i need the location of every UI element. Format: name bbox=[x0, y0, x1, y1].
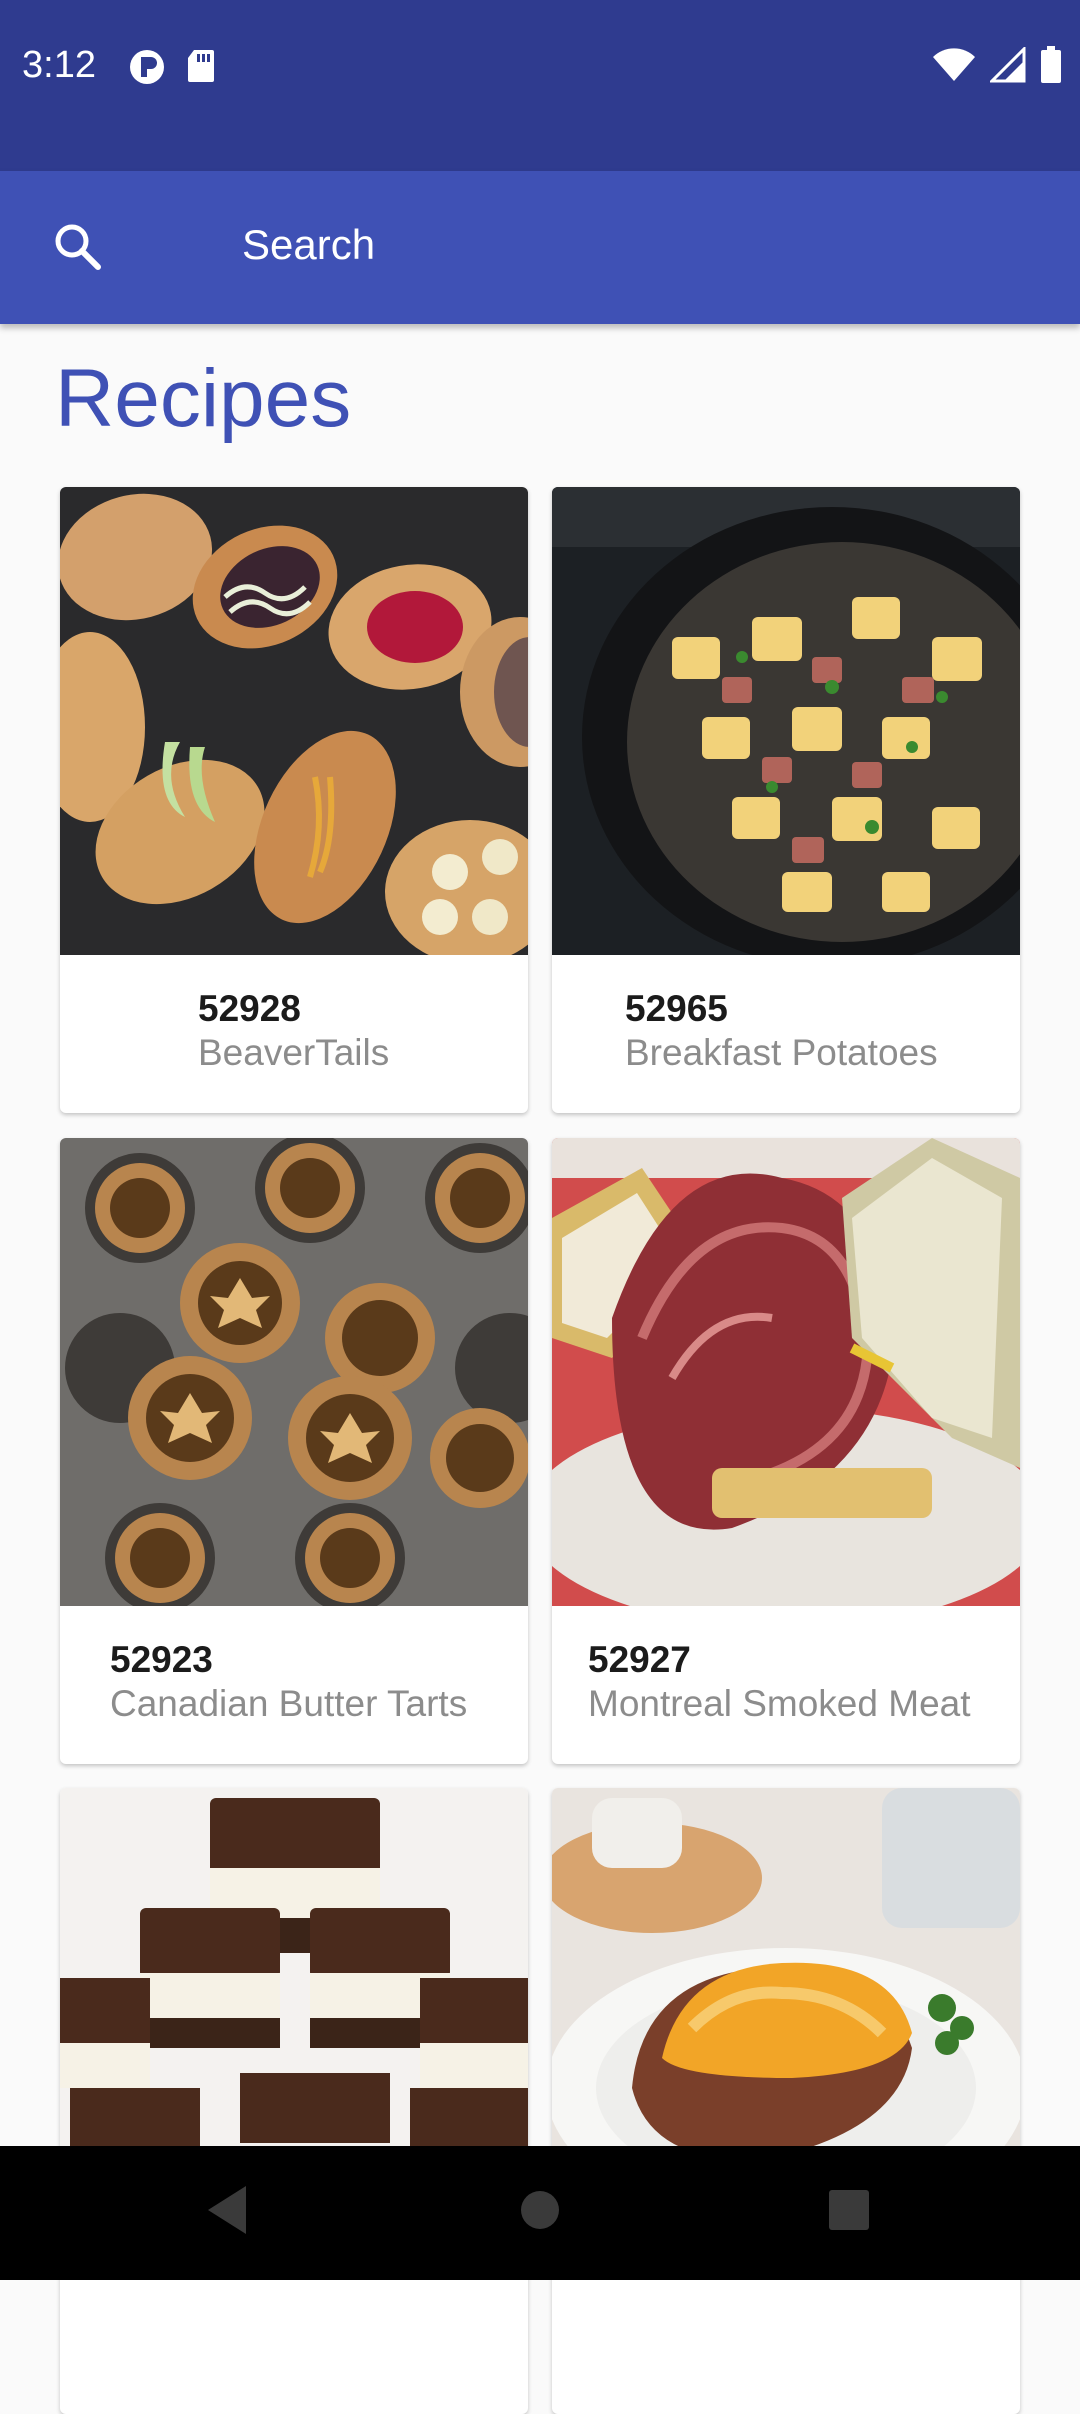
recipe-id: 52927 bbox=[588, 1639, 691, 1680]
recipe-card[interactable]: 52965 Breakfast Potatoes bbox=[552, 487, 1020, 1113]
wifi-icon bbox=[932, 47, 976, 88]
recipe-id: 52965 bbox=[625, 988, 728, 1029]
recipe-card-text: 52928 BeaverTails bbox=[198, 987, 389, 1075]
recipe-card-text: 52923 Canadian Butter Tarts bbox=[110, 1638, 467, 1726]
sd-card-icon bbox=[186, 48, 216, 91]
breakfast-potatoes-photo bbox=[552, 487, 1020, 955]
recipe-name: BeaverTails bbox=[198, 1032, 390, 1073]
butter-tarts-photo bbox=[60, 1138, 528, 1606]
app-notification-icon bbox=[128, 48, 168, 91]
recipe-name: Montreal Smoked Meat bbox=[588, 1683, 971, 1724]
recipe-name: Breakfast Potatoes bbox=[625, 1032, 938, 1073]
recipe-id: 52928 bbox=[198, 988, 301, 1029]
search-input[interactable]: Search bbox=[242, 221, 375, 269]
battery-icon bbox=[1040, 46, 1062, 89]
recipe-card-text: 52965 Breakfast Potatoes bbox=[625, 987, 938, 1075]
page-title: Recipes bbox=[55, 353, 352, 444]
status-time: 3:12 bbox=[22, 44, 96, 86]
recipe-name: Canadian Butter Tarts bbox=[110, 1683, 468, 1724]
recipe-card[interactable]: 52928 BeaverTails bbox=[60, 487, 528, 1113]
recipe-card[interactable] bbox=[552, 1788, 1020, 2414]
recipe-card[interactable]: 52923 Canadian Butter Tarts bbox=[60, 1138, 528, 1764]
home-icon[interactable] bbox=[518, 2182, 562, 2243]
navigation-bar bbox=[0, 2146, 1080, 2280]
search-icon[interactable] bbox=[50, 219, 106, 280]
cell-signal-icon bbox=[988, 45, 1026, 88]
recents-icon[interactable] bbox=[826, 2182, 872, 2243]
beavertails-photo bbox=[60, 487, 528, 955]
recipe-card[interactable]: 52927 Montreal Smoked Meat bbox=[552, 1138, 1020, 1764]
smoked-meat-photo bbox=[552, 1138, 1020, 1606]
recipe-card[interactable] bbox=[60, 1788, 528, 2414]
status-bar: 3:12 bbox=[0, 0, 1080, 171]
recipe-card-text: 52927 Montreal Smoked Meat bbox=[588, 1638, 971, 1726]
back-icon[interactable] bbox=[202, 2182, 252, 2243]
search-bar[interactable]: Search bbox=[0, 171, 1080, 324]
recipe-id: 52923 bbox=[110, 1639, 213, 1680]
